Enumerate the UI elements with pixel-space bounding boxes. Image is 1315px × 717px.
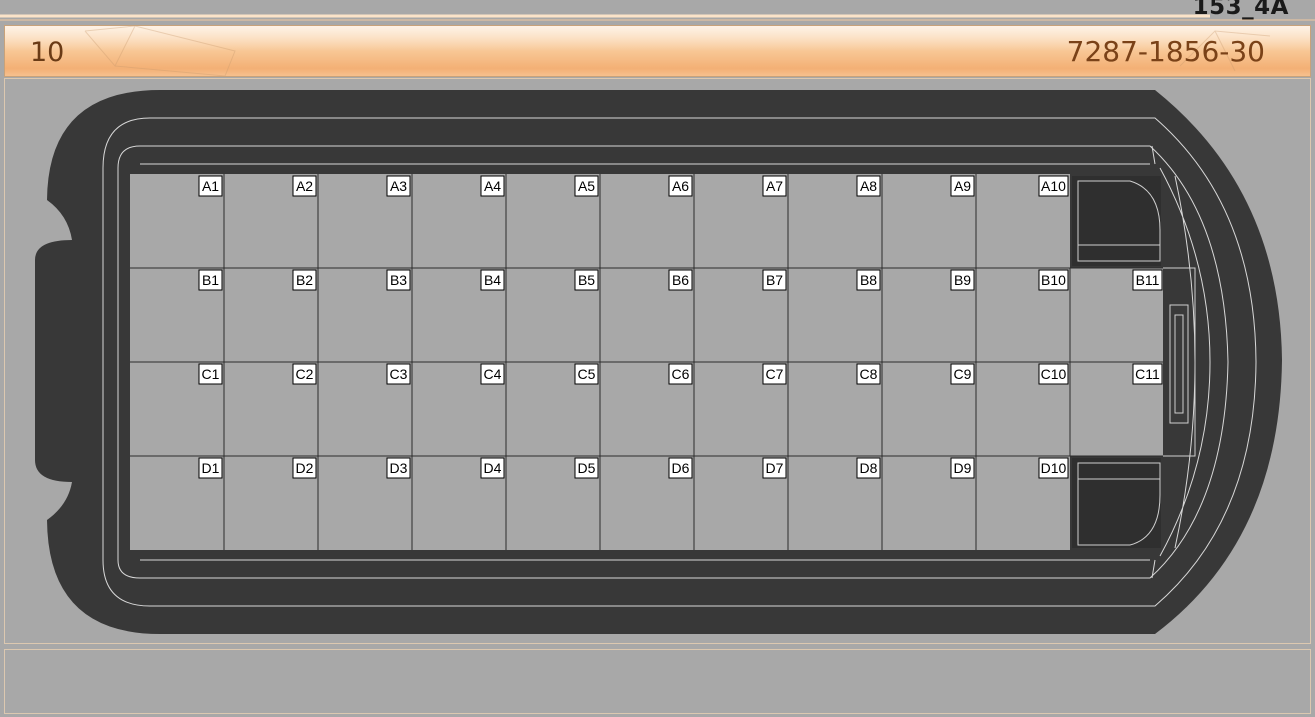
pin-label-text: D1	[202, 460, 220, 476]
pin-label-d6: D6	[668, 457, 693, 479]
pin-label-c2: C2	[292, 363, 317, 385]
pin-label-text: C4	[484, 366, 502, 382]
pin-label-text: C6	[672, 366, 690, 382]
pin-label-a4: A4	[480, 175, 505, 197]
pin-label-text: A2	[296, 178, 313, 194]
pin-label-b5: B5	[574, 269, 599, 291]
pin-label-c6: C6	[668, 363, 693, 385]
pin-label-c3: C3	[386, 363, 411, 385]
pin-label-text: A9	[954, 178, 971, 194]
pin-label-c5: C5	[574, 363, 599, 385]
pin-label-c4: C4	[480, 363, 505, 385]
pin-label-text: C10	[1041, 366, 1067, 382]
pin-label-text: D10	[1041, 460, 1067, 476]
pin-label-text: C8	[860, 366, 878, 382]
pin-label-b6: B6	[668, 269, 693, 291]
pin-label-c1: C1	[198, 363, 223, 385]
pin-label-b2: B2	[292, 269, 317, 291]
pin-label-text: A6	[672, 178, 689, 194]
pin-label-text: B10	[1041, 272, 1066, 288]
pin-label-d4: D4	[480, 457, 505, 479]
lock-tab	[1169, 304, 1189, 424]
pin-label-text: D7	[766, 460, 784, 476]
pin-label-d2: D2	[292, 457, 317, 479]
pin-label-text: C2	[296, 366, 314, 382]
pin-label-c11: C11	[1132, 363, 1163, 385]
pin-label-a1: A1	[198, 175, 223, 197]
pin-label-a9: A9	[950, 175, 975, 197]
connector-diagram: A1 A2 A3 A4 A5 A6 A7 A8 A9 A10 B1 B2 B3 B4 B5 B6 B7 B8 B9 B…	[35, 90, 1282, 634]
pin-label-a3: A3	[386, 175, 411, 197]
pin-label-d7: D7	[762, 457, 787, 479]
pin-label-text: A4	[484, 178, 501, 194]
pin-label-text: B4	[484, 272, 501, 288]
pin-label-text: A5	[578, 178, 595, 194]
pin-label-text: B6	[672, 272, 689, 288]
pin-label-text: D9	[954, 460, 972, 476]
pin-label-b4: B4	[480, 269, 505, 291]
pin-label-a6: A6	[668, 175, 693, 197]
pin-label-text: D5	[578, 460, 596, 476]
pin-label-text: B7	[766, 272, 783, 288]
pin-label-c8: C8	[856, 363, 881, 385]
pin-label-b11: B11	[1132, 269, 1163, 291]
pin-label-text: B5	[578, 272, 595, 288]
pin-label-a2: A2	[292, 175, 317, 197]
pin-label-a7: A7	[762, 175, 787, 197]
latch-block-top	[1072, 176, 1161, 266]
pin-label-d5: D5	[574, 457, 599, 479]
pin-label-text: C9	[954, 366, 972, 382]
pin-label-a5: A5	[574, 175, 599, 197]
pin-label-d8: D8	[856, 457, 881, 479]
pin-label-c7: C7	[762, 363, 787, 385]
pin-label-text: B8	[860, 272, 877, 288]
pin-label-d1: D1	[198, 457, 223, 479]
pin-label-text: C7	[766, 366, 784, 382]
pin-label-text: B11	[1136, 272, 1160, 288]
pin-label-c9: C9	[950, 363, 975, 385]
pin-label-text: D4	[484, 460, 502, 476]
pin-label-text: C3	[390, 366, 408, 382]
pin-label-d10: D10	[1038, 457, 1069, 479]
pin-label-d9: D9	[950, 457, 975, 479]
pin-label-b8: B8	[856, 269, 881, 291]
pin-label-b3: B3	[386, 269, 411, 291]
pin-label-text: B9	[954, 272, 971, 288]
pin-label-text: D6	[672, 460, 690, 476]
pin-label-text: A10	[1041, 178, 1066, 194]
pin-label-c10: C10	[1038, 363, 1069, 385]
pin-label-text: A1	[202, 178, 219, 194]
pin-label-d3: D3	[386, 457, 411, 479]
pin-label-text: A8	[860, 178, 877, 194]
pin-label-text: B2	[296, 272, 313, 288]
pin-label-text: D3	[390, 460, 408, 476]
pin-label-b1: B1	[198, 269, 223, 291]
pin-label-text: C11	[1135, 366, 1160, 382]
pin-label-text: D2	[296, 460, 314, 476]
pin-label-text: D8	[860, 460, 878, 476]
pin-label-text: A3	[390, 178, 407, 194]
pin-label-text: C1	[202, 366, 220, 382]
pin-label-b10: B10	[1038, 269, 1069, 291]
pin-label-b9: B9	[950, 269, 975, 291]
pin-label-text: C5	[578, 366, 596, 382]
pin-label-b7: B7	[762, 269, 787, 291]
pin-label-a10: A10	[1038, 175, 1069, 197]
pin-label-text: B3	[390, 272, 407, 288]
pin-label-a8: A8	[856, 175, 881, 197]
pin-label-text: A7	[766, 178, 783, 194]
pin-label-text: B1	[202, 272, 219, 288]
